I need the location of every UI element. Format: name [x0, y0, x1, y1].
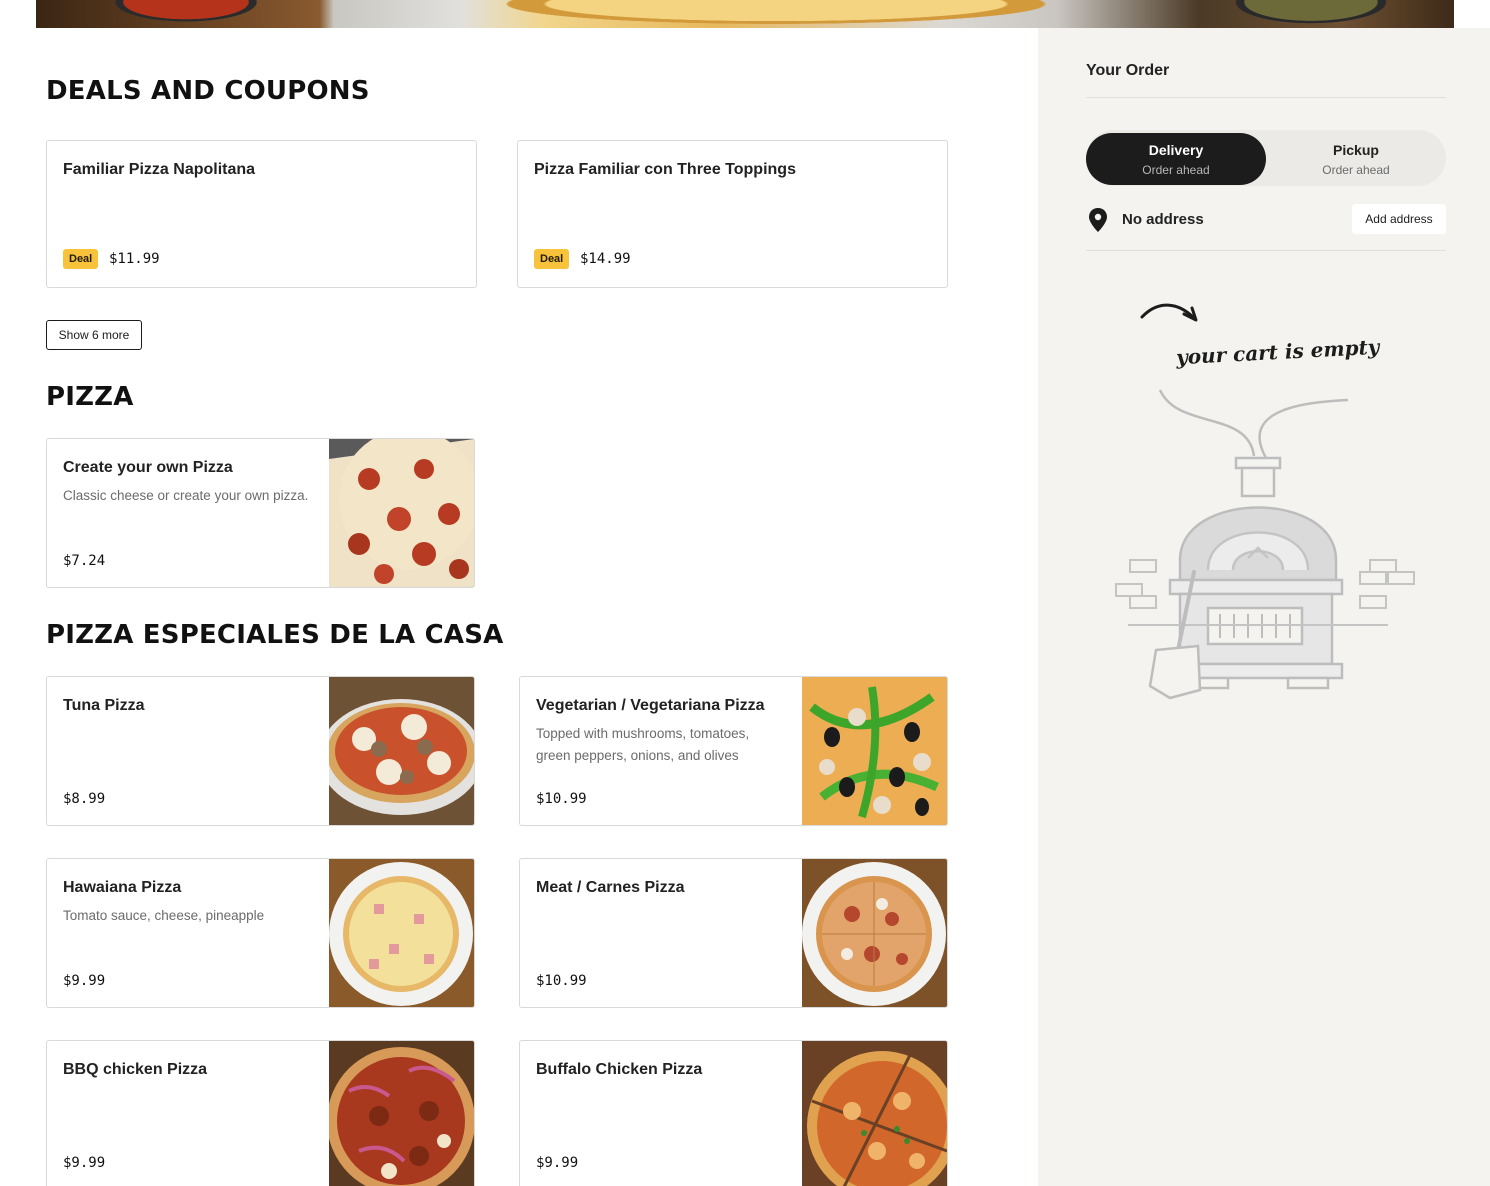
menu-item-card[interactable]: Vegetarian / Vegetariana Pizza Topped wi… [519, 676, 948, 826]
menu-item-card[interactable]: Create your own Pizza Classic cheese or … [46, 438, 475, 588]
add-address-button[interactable]: Add address [1352, 204, 1446, 234]
item-photo [329, 439, 474, 587]
fulfillment-toggle: Delivery Order ahead Pickup Order ahead [1086, 130, 1446, 186]
deal-price: $14.99 [580, 251, 631, 267]
item-photo [802, 677, 947, 825]
pickup-option[interactable]: Pickup Order ahead [1266, 133, 1446, 185]
item-price: $9.99 [536, 1155, 579, 1171]
item-photo [802, 859, 947, 1007]
deal-card[interactable]: Familiar Pizza Napolitana Deal $11.99 [46, 140, 477, 288]
section-title-deals: DEALS AND COUPONS [46, 76, 370, 106]
order-sidebar: Your Order Delivery Order ahead Pickup O… [1038, 28, 1490, 1186]
item-price: $7.24 [63, 553, 106, 569]
delivery-sublabel: Order ahead [1142, 163, 1210, 177]
item-photo [329, 859, 474, 1007]
pickup-sublabel: Order ahead [1322, 163, 1390, 177]
item-name: Buffalo Chicken Pizza [536, 1061, 703, 1078]
item-price: $9.99 [63, 973, 106, 989]
pickup-label: Pickup [1333, 142, 1379, 158]
address-text: No address [1122, 211, 1204, 228]
delivery-option[interactable]: Delivery Order ahead [1086, 133, 1266, 185]
item-description: Topped with mushrooms, tomatoes, green p… [536, 726, 750, 763]
deal-badge: Deal [63, 249, 99, 269]
deal-title: Familiar Pizza Napolitana [63, 161, 256, 178]
item-price: $9.99 [63, 1155, 106, 1171]
menu-item-card[interactable]: BBQ chicken Pizza $9.99 [46, 1040, 475, 1186]
empty-cart-illustration: your cart is empty [1108, 290, 1428, 710]
item-description: Classic cheese or create your own pizza. [63, 488, 309, 503]
item-name: Vegetarian / Vegetariana Pizza [536, 697, 765, 714]
hero-banner-image [36, 0, 1454, 28]
section-title-especiales: PIZZA ESPECIALES DE LA CASA [46, 620, 504, 650]
deal-price: $11.99 [109, 251, 160, 267]
item-name: BBQ chicken Pizza [63, 1061, 208, 1078]
item-photo [329, 1041, 474, 1186]
menu-item-card[interactable]: Buffalo Chicken Pizza $9.99 [519, 1040, 948, 1186]
item-name: Hawaiana Pizza [63, 879, 182, 896]
divider [1086, 250, 1446, 251]
section-title-pizza: PIZZA [46, 382, 134, 412]
order-title: Your Order [1086, 62, 1170, 79]
item-photo [329, 677, 474, 825]
map-pin-icon [1089, 208, 1107, 232]
item-name: Create your own Pizza [63, 459, 233, 476]
menu-item-card[interactable]: Meat / Carnes Pizza $10.99 [519, 858, 948, 1008]
show-more-deals-button[interactable]: Show 6 more [46, 320, 142, 350]
item-description: Tomato sauce, cheese, pineapple [63, 908, 265, 923]
divider [1086, 97, 1446, 98]
item-price: $10.99 [536, 973, 587, 989]
menu-column: DEALS AND COUPONS Familiar Pizza Napolit… [0, 28, 1038, 1186]
item-price: $8.99 [63, 791, 106, 807]
item-price: $10.99 [536, 791, 587, 807]
deal-card[interactable]: Pizza Familiar con Three Toppings Deal $… [517, 140, 948, 288]
deal-badge: Deal [534, 249, 570, 269]
deal-title: Pizza Familiar con Three Toppings [534, 161, 796, 178]
item-photo [802, 1041, 947, 1186]
menu-item-card[interactable]: Tuna Pizza $8.99 [46, 676, 475, 826]
address-row: No address Add address [1086, 204, 1446, 236]
item-name: Meat / Carnes Pizza [536, 879, 685, 896]
delivery-label: Delivery [1148, 142, 1204, 158]
menu-item-card[interactable]: Hawaiana Pizza Tomato sauce, cheese, pin… [46, 858, 475, 1008]
item-name: Tuna Pizza [63, 697, 145, 714]
